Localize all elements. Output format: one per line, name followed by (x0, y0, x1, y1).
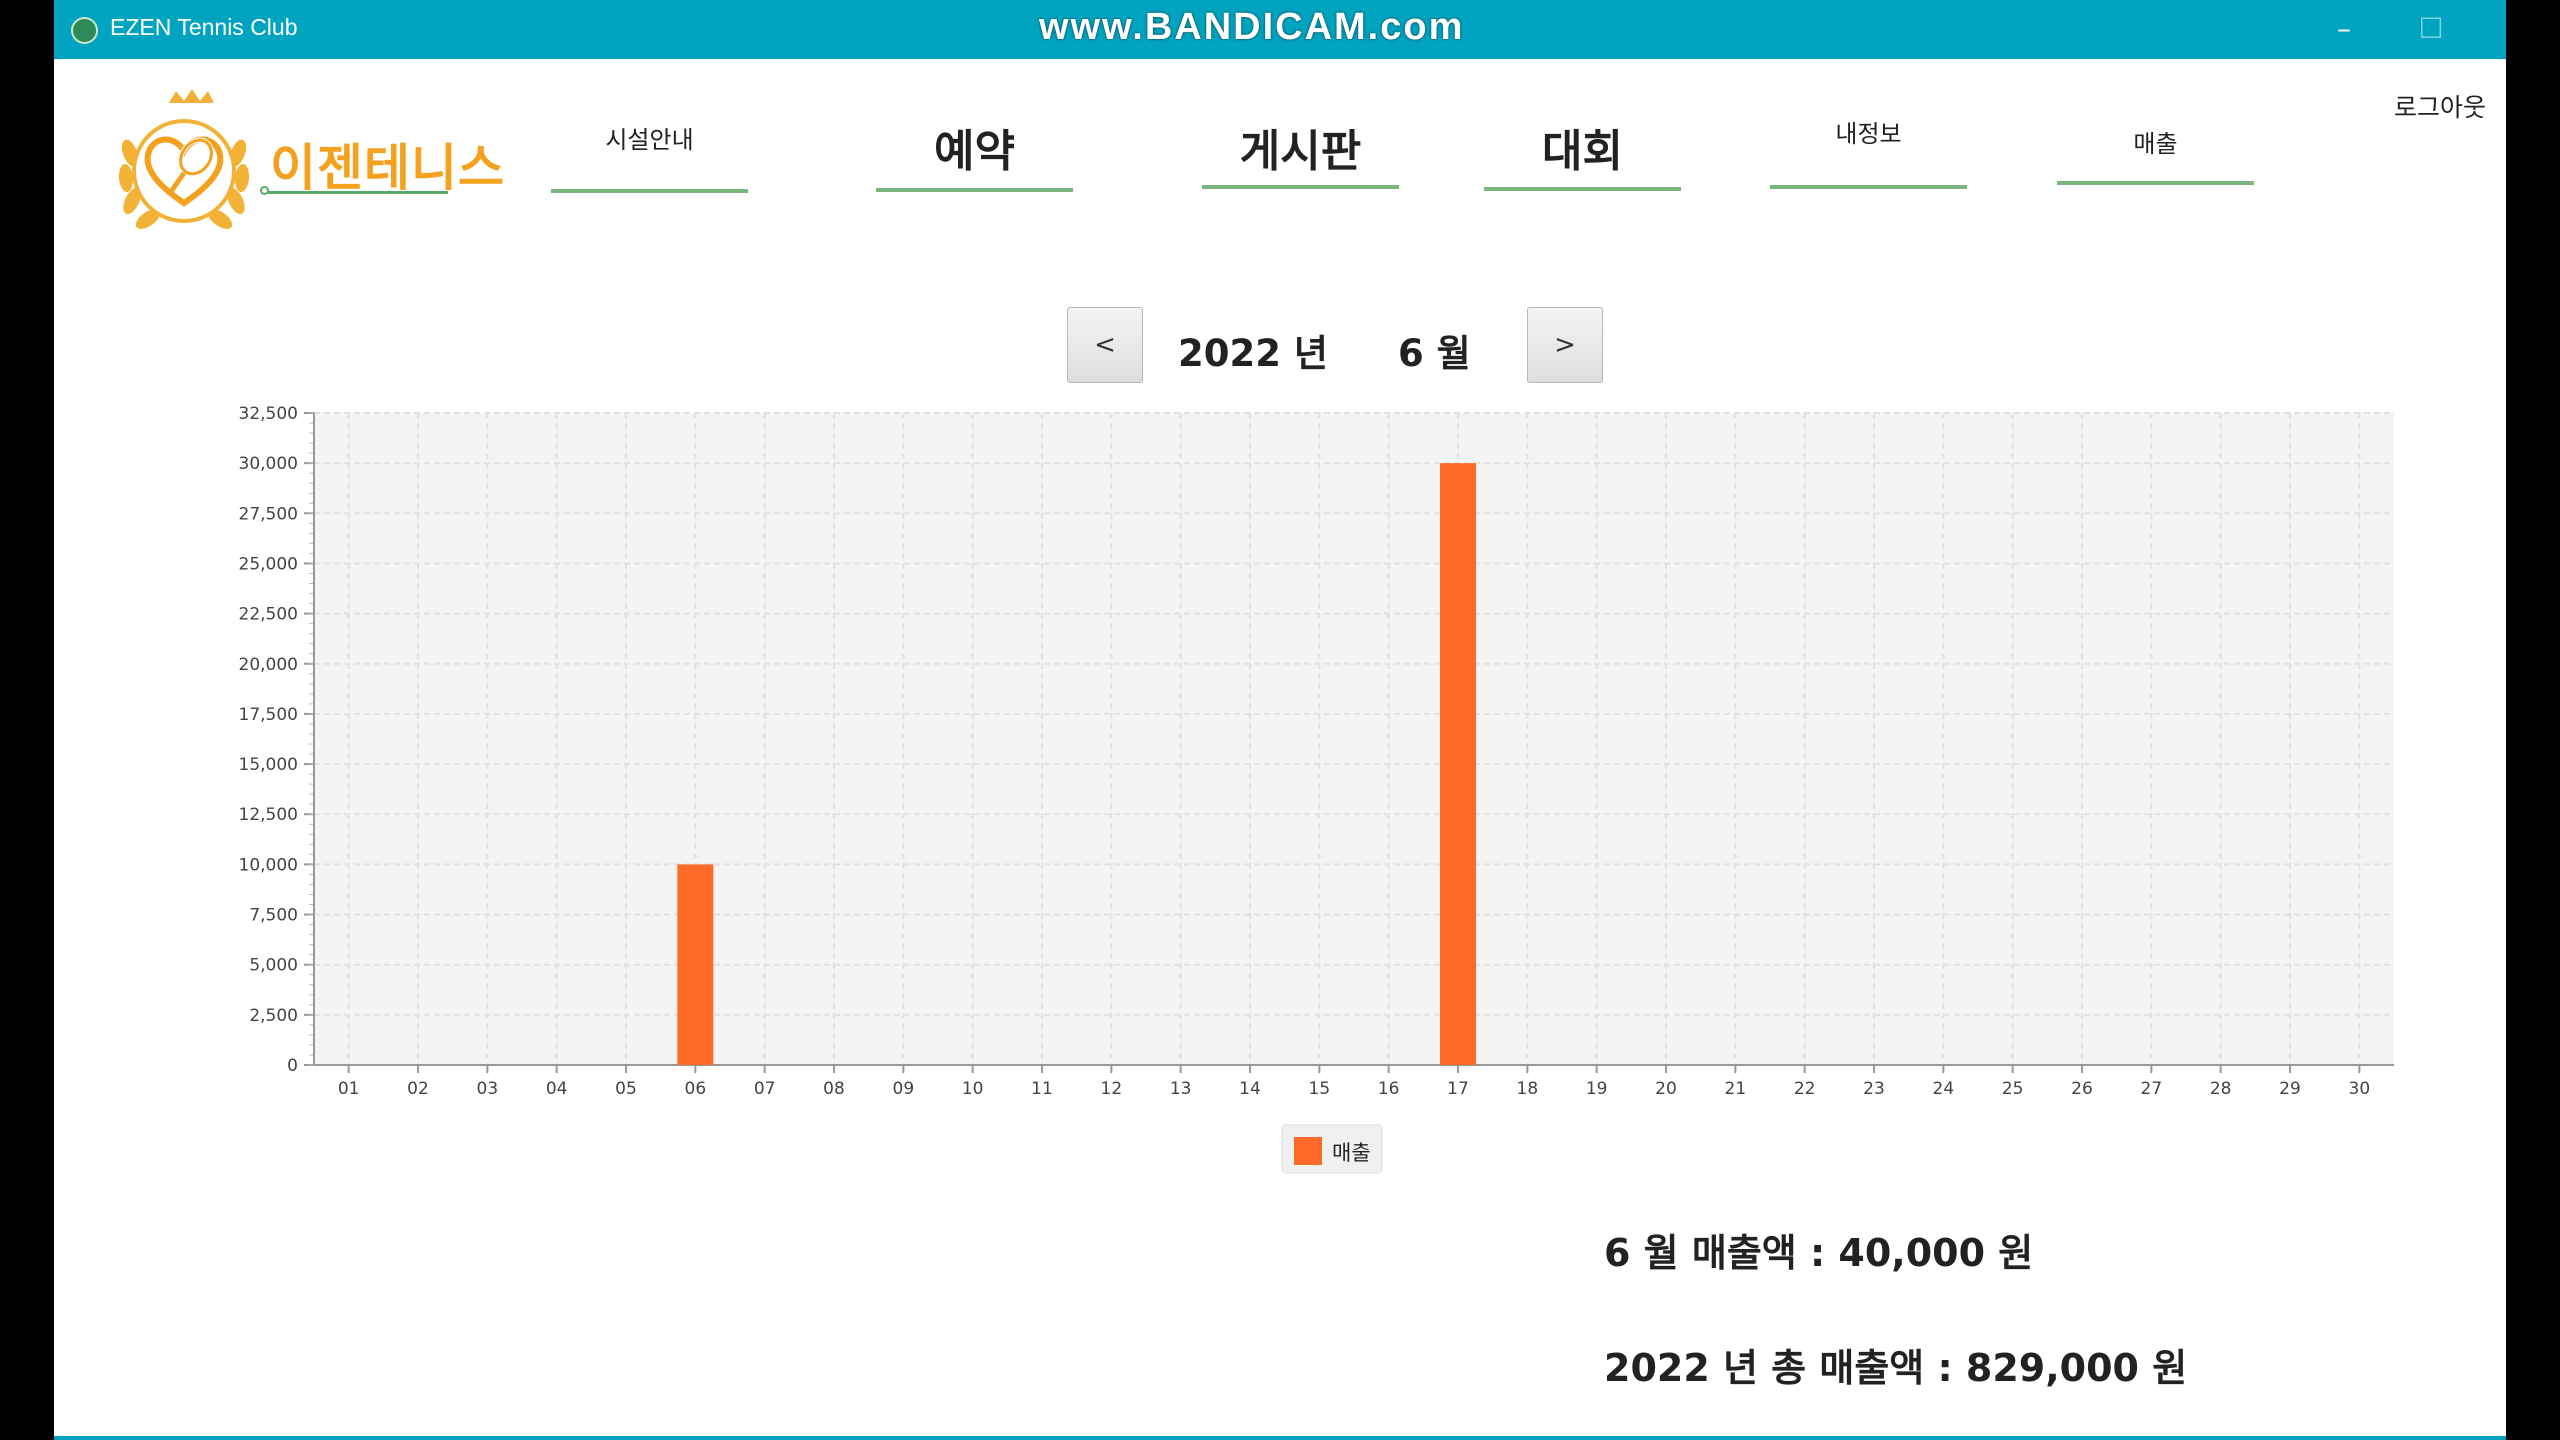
nav-underline (876, 188, 1073, 192)
x-tick-label: 02 (407, 1079, 429, 1099)
logo-underline (268, 191, 448, 194)
title-bar: EZEN Tennis Club www.BANDICAM.com – ☐ ✕ (54, 0, 2506, 59)
nav-label: 내정보 (1835, 120, 1902, 148)
y-tick-label: 22,500 (239, 605, 298, 625)
recorder-watermark: www.BANDICAM.com (1039, 6, 1465, 48)
sales-bar (1440, 463, 1476, 1066)
x-tick-label: 11 (1031, 1079, 1053, 1099)
year-label: 2022 년 (1178, 332, 1328, 375)
nav-facilities[interactable]: 시설안내 (551, 120, 748, 196)
y-tick-label: 12,500 (239, 805, 298, 825)
window-title: EZEN Tennis Club (110, 14, 298, 40)
nav-tournament[interactable]: 대회 (1484, 115, 1681, 195)
close-button[interactable]: ✕ (2486, 6, 2506, 52)
x-tick-label: 17 (1447, 1079, 1469, 1099)
x-tick-label: 10 (962, 1079, 984, 1099)
maximize-button[interactable]: ☐ (2401, 6, 2461, 52)
nav-underline (1202, 185, 1399, 189)
nav-label: 게시판 (1239, 126, 1362, 177)
y-tick-label: 5,000 (249, 956, 298, 976)
x-tick-label: 29 (2279, 1079, 2301, 1099)
window-bottom-border (54, 1436, 2506, 1440)
nav-my-info[interactable]: 내정보 (1770, 114, 1967, 190)
x-tick-label: 27 (2141, 1079, 2163, 1099)
y-tick-label: 7,500 (249, 906, 298, 926)
y-tick-label: 25,000 (239, 554, 298, 574)
nav-label: 시설안내 (605, 126, 694, 154)
x-tick-label: 21 (1725, 1079, 1747, 1099)
nav-underline (2057, 181, 2254, 185)
logout-link[interactable]: 로그아웃 (2394, 88, 2486, 124)
x-tick-label: 26 (2071, 1079, 2093, 1099)
y-tick-label: 30,000 (239, 454, 298, 474)
x-tick-label: 14 (1239, 1079, 1261, 1099)
y-tick-label: 20,000 (239, 655, 298, 675)
x-tick-label: 07 (754, 1079, 776, 1099)
sales-bar-chart: 0 2,500 5,000 7,500 10,000 12,500 15,000 17,500… (239, 404, 2394, 1174)
x-tick-label: 08 (823, 1079, 845, 1099)
legend-swatch (1294, 1137, 1322, 1165)
month-label: 6 월 (1398, 332, 1471, 375)
x-tick-label: 04 (546, 1079, 568, 1099)
minimize-button[interactable]: – (2314, 6, 2374, 52)
x-tick-label: 23 (1863, 1079, 1885, 1099)
x-tick-label: 13 (1170, 1079, 1192, 1099)
nav-label: 예약 (934, 126, 1015, 177)
sales-bar (677, 864, 714, 1065)
x-tick-label: 30 (2349, 1079, 2371, 1099)
x-tick-label: 05 (615, 1079, 637, 1099)
next-month-button[interactable]: > (1527, 307, 1603, 383)
x-tick-label: 15 (1309, 1079, 1331, 1099)
x-tick-label: 01 (338, 1079, 360, 1099)
x-tick-label: 28 (2210, 1079, 2232, 1099)
y-tick-label: 0 (287, 1056, 298, 1076)
monthly-sales-total: 6 월 매출액 : 40,000 원 (1604, 1231, 2034, 1275)
nav-sales[interactable]: 매출 (2057, 124, 2254, 188)
nav-label: 매출 (2133, 130, 2178, 158)
logo-text[interactable]: 이젠테니스 (270, 128, 505, 200)
x-tick-label: 20 (1655, 1079, 1677, 1099)
nav-underline (1484, 187, 1681, 191)
x-tick-label: 25 (2002, 1079, 2024, 1099)
y-tick-label: 15,000 (239, 755, 298, 775)
yearly-sales-total: 2022 년 총 매출액 : 829,000 원 (1604, 1346, 2188, 1390)
y-tick-label: 17,500 (239, 705, 298, 725)
x-tick-label: 09 (893, 1079, 915, 1099)
x-tick-label: 18 (1517, 1079, 1539, 1099)
nav-label: 대회 (1542, 126, 1623, 177)
x-tick-label: 06 (685, 1079, 707, 1099)
prev-month-button[interactable]: < (1067, 307, 1143, 383)
y-tick-label: 32,500 (239, 404, 298, 424)
x-tick-label: 19 (1586, 1079, 1608, 1099)
x-tick-label: 24 (1933, 1079, 1955, 1099)
y-tick-label: 10,000 (239, 855, 298, 875)
x-tick-label: 22 (1794, 1079, 1816, 1099)
app-window: EZEN Tennis Club www.BANDICAM.com – ☐ ✕ … (54, 0, 2506, 1440)
x-tick-label: 03 (477, 1079, 499, 1099)
nav-board[interactable]: 게시판 (1202, 115, 1399, 195)
nav-reservation[interactable]: 예약 (876, 115, 1073, 195)
nav-underline (1770, 185, 1967, 189)
nav-underline (551, 189, 748, 193)
x-tick-label: 16 (1378, 1079, 1400, 1099)
legend-label: 매출 (1332, 1141, 1371, 1165)
x-tick-label: 12 (1101, 1079, 1123, 1099)
y-tick-label: 27,500 (239, 504, 298, 524)
y-tick-label: 2,500 (249, 1006, 298, 1026)
app-icon (71, 17, 98, 44)
